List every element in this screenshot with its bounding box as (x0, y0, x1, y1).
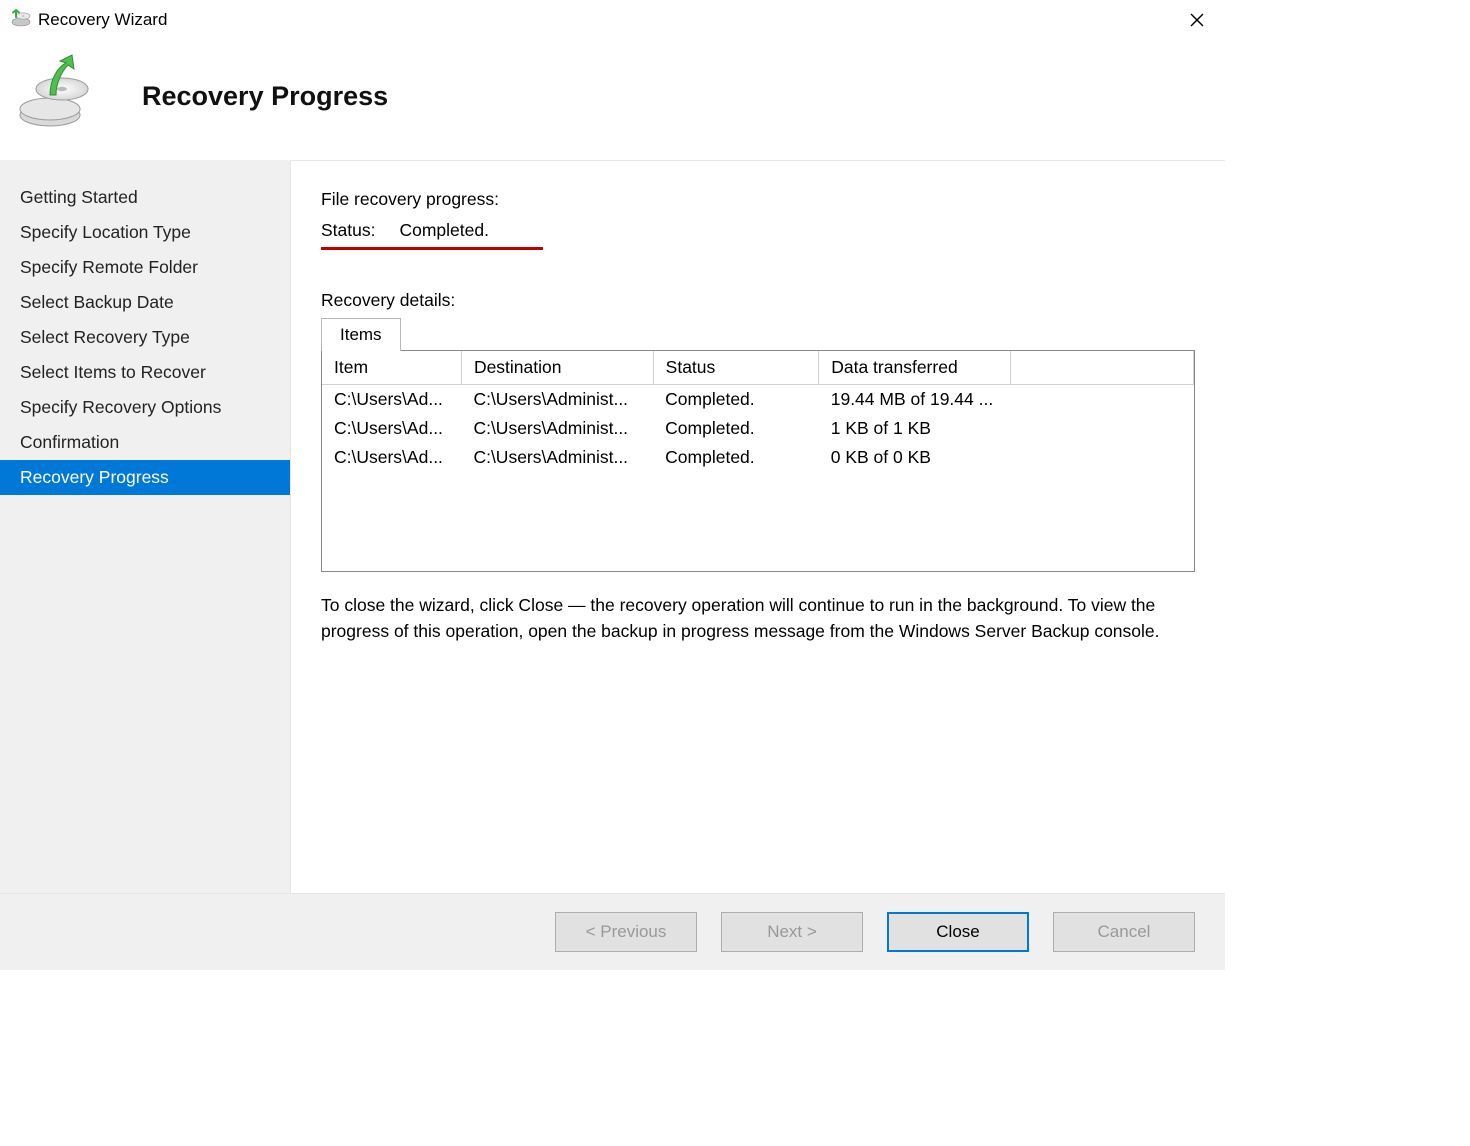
sidebar: Getting StartedSpecify Location TypeSpec… (0, 160, 290, 893)
sidebar-item-6[interactable]: Specify Recovery Options (0, 390, 290, 425)
cell-data: 19.44 MB of 19.44 ... (819, 385, 1011, 415)
cell-empty (1010, 385, 1193, 415)
main-panel: File recovery progress: Status: Complete… (290, 160, 1225, 893)
tab-row: Items (321, 317, 1195, 350)
col-header-destination[interactable]: Destination (461, 351, 653, 385)
cell-destination: C:\Users\Administ... (461, 443, 653, 472)
progress-label: File recovery progress: (321, 189, 1195, 210)
body: Getting StartedSpecify Location TypeSpec… (0, 160, 1225, 893)
header: Recovery Progress (0, 40, 1225, 160)
cell-status: Completed. (653, 443, 819, 472)
recovery-wizard-window: Recovery Wizard (0, 0, 1225, 970)
previous-button: < Previous (555, 912, 697, 952)
sidebar-item-3[interactable]: Select Backup Date (0, 285, 290, 320)
titlebar: Recovery Wizard (0, 0, 1225, 40)
cell-destination: C:\Users\Administ... (461, 414, 653, 443)
status-line: Status: Completed. (321, 220, 543, 250)
sidebar-item-2[interactable]: Specify Remote Folder (0, 250, 290, 285)
cell-status: Completed. (653, 414, 819, 443)
tab-items[interactable]: Items (321, 318, 401, 351)
col-header-data[interactable]: Data transferred (819, 351, 1011, 385)
sidebar-item-0[interactable]: Getting Started (0, 180, 290, 215)
footer-note: To close the wizard, click Close — the r… (321, 592, 1195, 645)
cell-destination: C:\Users\Administ... (461, 385, 653, 415)
table-row[interactable]: C:\Users\Ad...C:\Users\Administ...Comple… (322, 414, 1194, 443)
cell-item: C:\Users\Ad... (322, 414, 461, 443)
cell-empty (1010, 443, 1193, 472)
cell-data: 1 KB of 1 KB (819, 414, 1011, 443)
next-button: Next > (721, 912, 863, 952)
table-row[interactable]: C:\Users\Ad...C:\Users\Administ...Comple… (322, 385, 1194, 415)
cell-empty (1010, 414, 1193, 443)
close-icon[interactable] (1177, 4, 1217, 36)
recovery-details-table: Item Destination Status Data transferred… (321, 350, 1195, 572)
sidebar-item-5[interactable]: Select Items to Recover (0, 355, 290, 390)
titlebar-left: Recovery Wizard (10, 7, 167, 34)
status-label: Status: (321, 220, 375, 241)
cell-data: 0 KB of 0 KB (819, 443, 1011, 472)
page-title: Recovery Progress (142, 81, 388, 112)
table-header-row: Item Destination Status Data transferred (322, 351, 1194, 385)
close-button[interactable]: Close (887, 912, 1029, 952)
col-header-empty (1010, 351, 1193, 385)
sidebar-item-1[interactable]: Specify Location Type (0, 215, 290, 250)
table-row[interactable]: C:\Users\Ad...C:\Users\Administ...Comple… (322, 443, 1194, 472)
recovery-details-label: Recovery details: (321, 290, 1195, 311)
sidebar-item-8[interactable]: Recovery Progress (0, 460, 290, 495)
recovery-progress-icon (12, 49, 102, 144)
sidebar-item-4[interactable]: Select Recovery Type (0, 320, 290, 355)
cell-item: C:\Users\Ad... (322, 443, 461, 472)
cell-item: C:\Users\Ad... (322, 385, 461, 415)
cancel-button: Cancel (1053, 912, 1195, 952)
button-row: < Previous Next > Close Cancel (0, 893, 1225, 970)
col-header-status[interactable]: Status (653, 351, 819, 385)
window-title: Recovery Wizard (38, 10, 167, 30)
sidebar-item-7[interactable]: Confirmation (0, 425, 290, 460)
cell-status: Completed. (653, 385, 819, 415)
col-header-item[interactable]: Item (322, 351, 461, 385)
status-value: Completed. (399, 220, 489, 241)
recovery-wizard-icon (10, 7, 32, 34)
